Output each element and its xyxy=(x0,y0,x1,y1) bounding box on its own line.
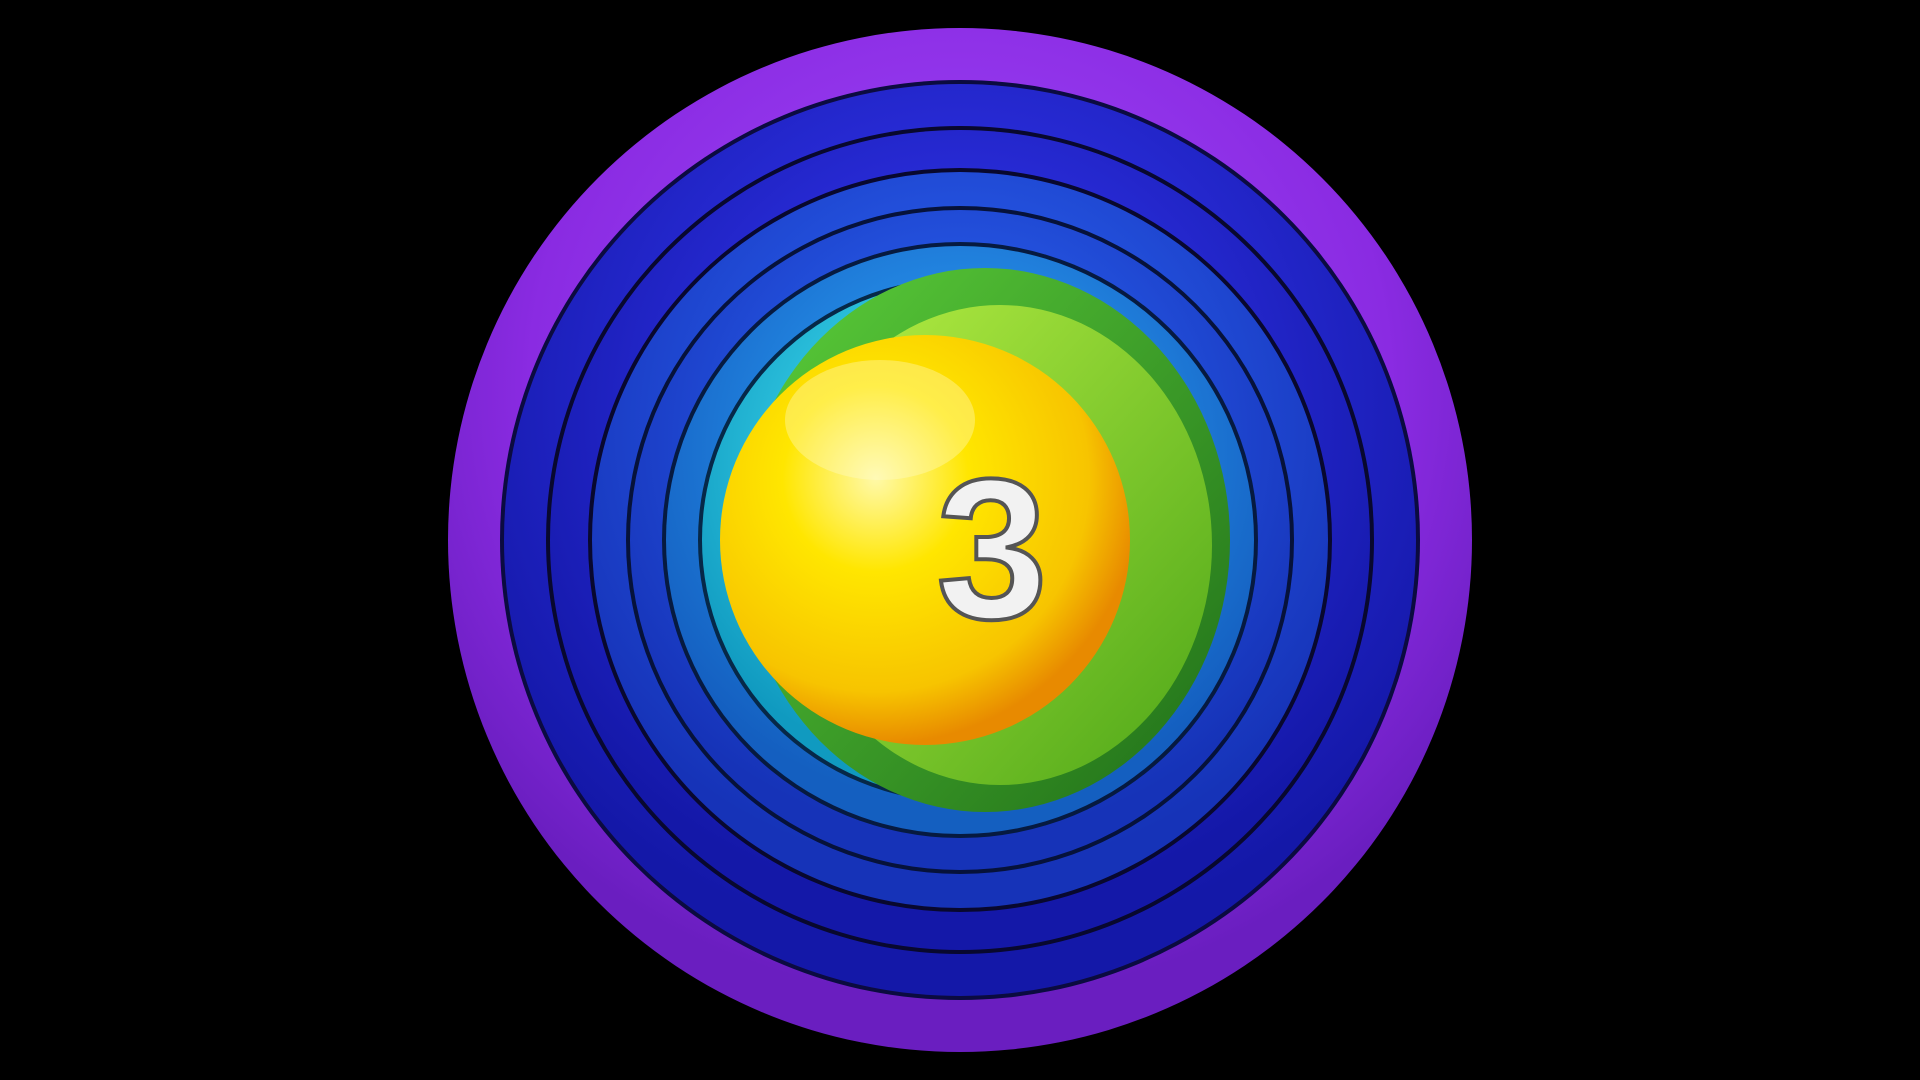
countdown-graphic: 3 xyxy=(448,28,1472,1052)
countdown-number: 3 xyxy=(936,438,1047,661)
countdown-stage: 3 xyxy=(0,0,1920,1080)
